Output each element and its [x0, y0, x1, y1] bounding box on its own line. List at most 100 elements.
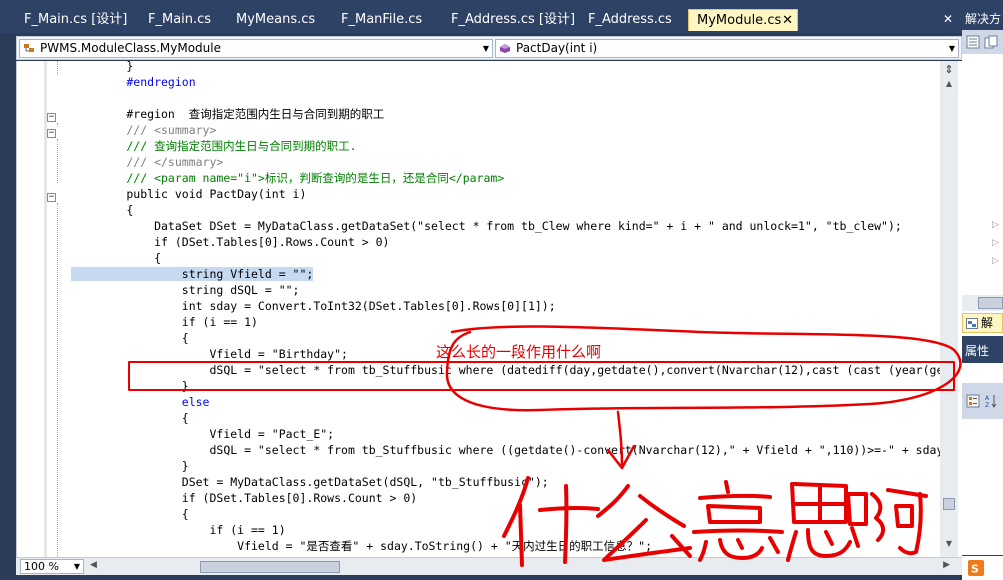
scroll-down-icon[interactable]: ▼: [942, 539, 956, 551]
tab-mymeans[interactable]: MyMeans.cs: [228, 9, 328, 31]
tab-f-address[interactable]: F_Address.cs: [580, 9, 684, 31]
collapse-comment-icon[interactable]: −: [47, 129, 56, 138]
code-editor[interactable]: − − − } #endregion #region 查询指定范围内生日与合同到…: [16, 61, 962, 557]
member-dropdown[interactable]: PactDay(int i) ▼: [495, 39, 959, 58]
vertical-scroll-thumb[interactable]: [943, 498, 955, 510]
code-line: dSQL = "select * from tb_Stuffbusic wher…: [71, 363, 951, 377]
outline-guide: [57, 203, 58, 557]
code-line: DSet = MyDataClass.getDataSet(dSQL, "tb_…: [71, 475, 549, 489]
categorized-icon[interactable]: [966, 394, 980, 408]
chevron-down-icon: ▼: [482, 44, 489, 53]
chevron-down-icon: ▼: [948, 44, 955, 53]
class-dropdown-value: PWMS.ModuleClass.MyModule: [40, 41, 221, 55]
indicator-margin: [17, 61, 41, 557]
ime-icon[interactable]: S: [968, 560, 984, 576]
code-line: }: [71, 61, 134, 73]
code-line: {: [71, 331, 189, 345]
tab-solution-explorer[interactable]: 解: [962, 313, 1003, 333]
code-line: public void PactDay(int i): [71, 187, 307, 201]
code-line: {: [71, 507, 189, 521]
code-line: {: [71, 411, 189, 425]
right-tool-panels: 解决方 ▷ ▷ ▷ 解 属性 A Z S: [962, 0, 1003, 580]
code-line: /// 查询指定范围内生日与合同到期的职工.: [71, 139, 357, 153]
split-view-icon[interactable]: ⇕: [942, 63, 956, 77]
outline-guide: [57, 61, 58, 75]
code-line: dSQL = "select * from tb_Stuffbusic wher…: [71, 443, 951, 457]
code-line: if (i == 1): [71, 315, 258, 329]
code-line: {: [71, 251, 162, 265]
code-line: #endregion: [71, 74, 196, 90]
solution-scroll-thumb[interactable]: [978, 297, 1003, 309]
code-line: Vfield = "是否查看" + sday.ToString() + "天内过…: [71, 539, 652, 553]
code-line: #region 查询指定范围内生日与合同到期的职工: [71, 107, 385, 121]
solution-toolbar: [962, 30, 1003, 54]
horizontal-scrollbar[interactable]: ◀ ▶: [90, 560, 950, 573]
code-line: /// <param name="i">标识，判断查询的是生日，还是合同</pa…: [71, 171, 505, 185]
expand-arrow-icon[interactable]: ▷: [992, 256, 999, 266]
close-document-icon[interactable]: ✕: [943, 12, 953, 26]
tab-mymodule[interactable]: MyModule.cs ✕: [688, 9, 798, 31]
code-line: {: [71, 203, 134, 217]
properties-panel: A Z: [962, 363, 1003, 555]
scroll-right-icon[interactable]: ▶: [943, 560, 950, 570]
code-line: Vfield = "Pact_E";: [71, 427, 335, 441]
tab-f-main-design[interactable]: F_Main.cs [设计]: [16, 9, 134, 31]
zoom-dropdown[interactable]: 100 % ▼: [20, 559, 84, 574]
solution-explorer: ▷ ▷ ▷ 解: [962, 30, 1003, 336]
properties-icon[interactable]: [966, 35, 980, 49]
tab-f-manfile[interactable]: F_ManFile.cs: [333, 9, 437, 31]
solution-horizontal-scrollbar[interactable]: [962, 295, 1003, 311]
code-line: if (DSet.Tables[0].Rows.Count > 0): [71, 235, 390, 249]
tab-f-main[interactable]: F_Main.cs: [140, 9, 222, 31]
properties-title: 属性: [965, 344, 990, 358]
code-line: Vfield = "Birthday";: [71, 347, 348, 361]
tab-solution-explorer-label: 解: [981, 316, 994, 330]
zoom-value: 100 %: [24, 560, 59, 573]
properties-toolbar: A Z: [962, 383, 1003, 419]
code-line: /// </summary>: [71, 155, 224, 169]
code-line: DataSet DSet = MyDataClass.getDataSet("s…: [71, 219, 902, 233]
properties-footer: S: [962, 556, 1003, 580]
outline-guide: [57, 139, 58, 183]
method-icon: [500, 44, 510, 53]
member-dropdown-value: PactDay(int i): [516, 41, 598, 55]
expand-arrow-icon[interactable]: ▷: [992, 238, 999, 248]
code-line: int sday = Convert.ToInt32(DSet.Tables[0…: [71, 299, 556, 313]
expand-arrow-icon[interactable]: ▷: [992, 220, 999, 230]
annotation-question-text: 这么长的一段作用什么啊: [436, 343, 602, 361]
collapse-method-icon[interactable]: −: [47, 193, 56, 202]
show-all-files-icon[interactable]: [984, 35, 998, 49]
horizontal-scroll-thumb[interactable]: [200, 561, 340, 573]
code-line: else: [71, 395, 210, 409]
alphabetical-sort-icon[interactable]: A Z: [984, 394, 998, 408]
code-line: #endregion: [71, 75, 196, 89]
code-line: if (i == 1): [71, 523, 286, 537]
chevron-down-icon: ▼: [73, 562, 80, 571]
scroll-left-icon[interactable]: ◀: [90, 560, 97, 570]
collapse-region-icon[interactable]: −: [47, 113, 56, 122]
tab-mymodule-label: MyModule.cs: [697, 13, 782, 28]
code-line: string dSQL = "";: [71, 283, 300, 297]
svg-text:Z: Z: [985, 402, 989, 408]
solution-explorer-title: 解决方: [965, 12, 1002, 26]
close-icon[interactable]: ✕: [782, 10, 793, 32]
document-tab-strip: F_Main.cs [设计] F_Main.cs MyMeans.cs F_Ma…: [0, 0, 962, 33]
selected-code: string Vfield = "";: [71, 267, 314, 281]
code-line: /// <summary>: [71, 123, 217, 137]
code-text[interactable]: } #endregion #region 查询指定范围内生日与合同到期的职工 /…: [71, 61, 951, 557]
tab-f-address-design[interactable]: F_Address.cs [设计]: [443, 9, 575, 31]
navigation-bar: PWMS.ModuleClass.MyModule ▼ PactDay(int …: [16, 36, 962, 60]
vertical-scrollbar[interactable]: ⇕ ▲ ▼: [940, 61, 958, 557]
code-line: if (DSet.Tables[0].Rows.Count > 0): [71, 491, 418, 505]
solution-explorer-icon: [966, 318, 978, 329]
scroll-up-icon[interactable]: ▲: [942, 79, 956, 91]
svg-text:A: A: [985, 395, 990, 402]
code-line: }: [71, 459, 189, 473]
class-icon: [24, 44, 34, 52]
code-line: }: [71, 379, 189, 393]
svg-text:S: S: [971, 563, 979, 576]
code-line: string Vfield = "";: [71, 266, 314, 282]
class-dropdown[interactable]: PWMS.ModuleClass.MyModule ▼: [19, 39, 493, 58]
editor-bottom-bar: 100 % ▼ ◀ ▶: [16, 557, 962, 575]
outline-guide: [57, 123, 58, 127]
